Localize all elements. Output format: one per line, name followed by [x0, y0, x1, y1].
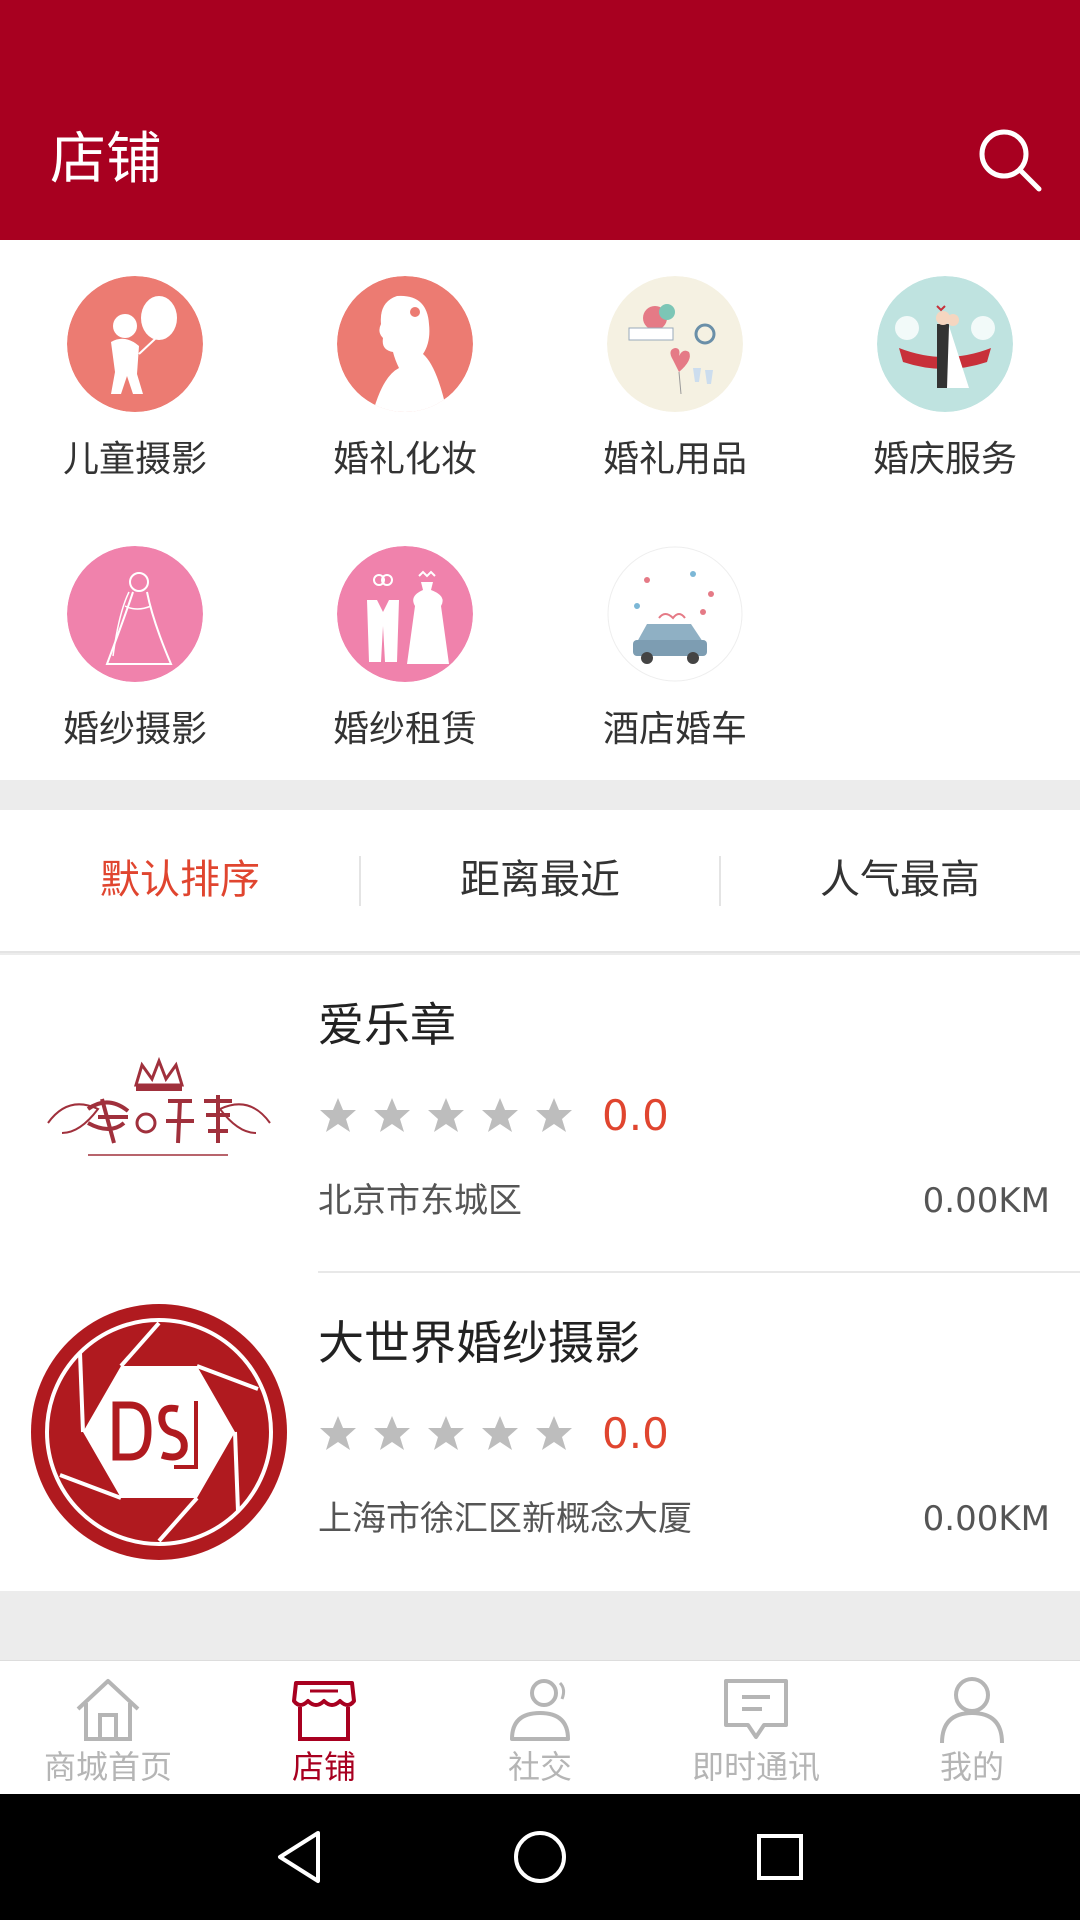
tab-social[interactable]: 社交: [432, 1661, 648, 1795]
tab-mall-home[interactable]: 商城首页: [0, 1661, 216, 1795]
tab-store[interactable]: 店铺: [216, 1661, 432, 1795]
wedding-car-icon: [607, 546, 743, 682]
category-item[interactable]: 儿童摄影: [0, 240, 270, 510]
star-icon: [536, 1098, 572, 1132]
category-label: 婚纱摄影: [62, 709, 207, 750]
category-item[interactable]: 婚礼用品: [540, 240, 810, 510]
ds-logo: [31, 1304, 287, 1560]
shop-address: 北京市东城区: [318, 1181, 522, 1221]
star-icon: [428, 1098, 464, 1132]
suit-and-gown-icon: [337, 546, 473, 682]
tab-label: 商城首页: [43, 1748, 172, 1786]
profile-icon: [940, 1677, 1004, 1744]
bride-profile-icon: [337, 276, 473, 412]
shop-distance: 0.00KM: [922, 1499, 1050, 1539]
shop-list: 爱乐章 0.0 北京市东城区 0.00KM 大世界婚纱摄影 0.0 上海市徐汇区…: [0, 955, 1080, 1591]
tab-label: 店铺: [291, 1748, 356, 1786]
ailezhang-logo: [28, 983, 290, 1245]
star-rating: [318, 1413, 588, 1463]
category-label: 婚礼用品: [602, 439, 747, 480]
tab-mine[interactable]: 我的: [864, 1661, 1080, 1795]
home-icon: [76, 1679, 140, 1741]
star-icon: [482, 1098, 518, 1132]
tab-label: 即时通讯: [691, 1748, 820, 1786]
star-icon: [374, 1416, 410, 1450]
category-item[interactable]: 婚礼化妆: [270, 240, 540, 510]
rating-score: 0.0: [602, 1091, 669, 1140]
shop-item[interactable]: 大世界婚纱摄影 0.0 上海市徐汇区新概念大厦 0.00KM: [0, 1273, 1080, 1591]
category-item[interactable]: 婚庆服务: [810, 240, 1080, 510]
tab-instant-messaging[interactable]: 即时通讯: [648, 1661, 864, 1795]
child-balloon-icon: [67, 276, 203, 412]
tab-label: 社交: [507, 1748, 572, 1786]
star-icon: [320, 1416, 356, 1450]
system-nav-bar: [0, 1794, 1080, 1920]
back-icon[interactable]: [270, 1827, 330, 1887]
category-label: 酒店婚车: [602, 709, 747, 750]
recents-icon[interactable]: [750, 1827, 810, 1887]
shop-name: 大世界婚纱摄影: [318, 1316, 640, 1370]
rating-score: 0.0: [602, 1409, 669, 1458]
sort-distance[interactable]: 距离最近: [360, 810, 720, 951]
store-icon: [292, 1681, 356, 1741]
star-icon: [536, 1416, 572, 1450]
wedding-couple-icon: [877, 276, 1013, 412]
sort-default[interactable]: 默认排序: [0, 810, 360, 951]
search-icon[interactable]: [975, 125, 1045, 195]
app-header: 店铺: [0, 0, 1080, 240]
star-icon: [482, 1416, 518, 1450]
star-icon: [374, 1098, 410, 1132]
star-icon: [428, 1416, 464, 1450]
social-icon: [510, 1679, 570, 1741]
bride-sketch-icon: [67, 546, 203, 682]
star-rating: [318, 1095, 588, 1145]
sort-bar: 默认排序 距离最近 人气最高: [0, 810, 1080, 953]
category-label: 儿童摄影: [62, 439, 207, 480]
wedding-supplies-icon: [607, 276, 743, 412]
chat-icon: [724, 1679, 788, 1739]
category-label: 婚纱租赁: [332, 709, 477, 750]
bottom-tab-bar: 商城首页 店铺 社交 即时通讯 我的: [0, 1660, 1080, 1794]
shop-item[interactable]: 爱乐章 0.0 北京市东城区 0.00KM: [0, 955, 1080, 1273]
shop-name: 爱乐章: [318, 998, 456, 1052]
category-label: 婚庆服务: [872, 439, 1017, 480]
category-item[interactable]: 婚纱摄影: [0, 510, 270, 780]
category-grid: 儿童摄影 婚礼化妆 婚礼用品 婚庆服务 婚纱摄影 婚纱租赁 酒店婚车: [0, 240, 1080, 780]
page-title: 店铺: [50, 127, 162, 192]
shop-address: 上海市徐汇区新概念大厦: [318, 1499, 692, 1539]
sort-popularity[interactable]: 人气最高: [720, 810, 1080, 951]
star-icon: [320, 1098, 356, 1132]
tab-label: 我的: [939, 1748, 1004, 1786]
category-item[interactable]: 婚纱租赁: [270, 510, 540, 780]
category-label: 婚礼化妆: [332, 439, 477, 480]
home-circle-icon[interactable]: [510, 1827, 570, 1887]
category-item[interactable]: 酒店婚车: [540, 510, 810, 780]
shop-distance: 0.00KM: [922, 1181, 1050, 1221]
